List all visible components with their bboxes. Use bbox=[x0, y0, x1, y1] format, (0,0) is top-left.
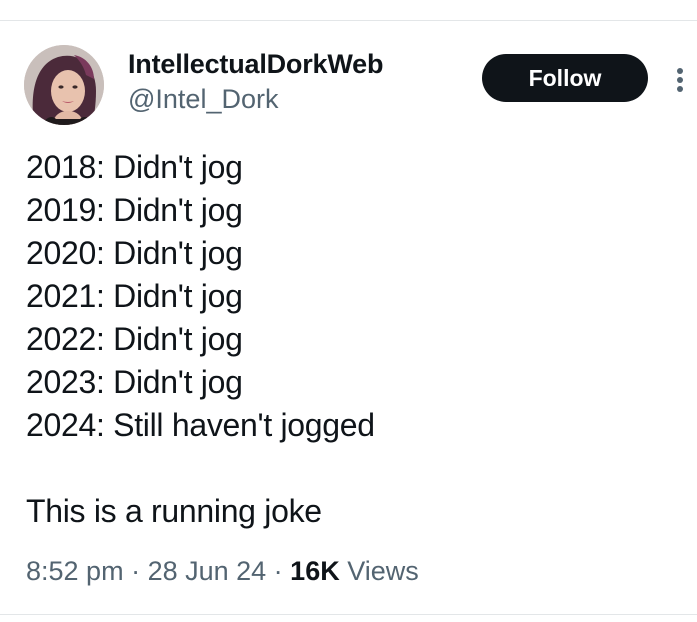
bottom-divider bbox=[0, 614, 697, 615]
more-icon-dot bbox=[677, 86, 683, 92]
author-display-name[interactable]: IntellectualDorkWeb bbox=[128, 49, 383, 80]
tweet-line: 2019: Didn't jog bbox=[26, 192, 243, 228]
more-options-button[interactable] bbox=[670, 60, 690, 100]
views-count[interactable]: 16K bbox=[290, 556, 340, 586]
tweet-line: 2024: Still haven't jogged bbox=[26, 407, 375, 443]
tweet-line: 2023: Didn't jog bbox=[26, 364, 243, 400]
tweet-line: 2021: Didn't jog bbox=[26, 278, 243, 314]
tweet-line: 2022: Didn't jog bbox=[26, 321, 243, 357]
tweet-body: 2018: Didn't jog 2019: Didn't jog 2020: … bbox=[26, 146, 375, 533]
views-label: Views bbox=[339, 556, 419, 586]
tweet-date[interactable]: 28 Jun 24 bbox=[148, 556, 267, 586]
tweet-time[interactable]: 8:52 pm bbox=[26, 556, 124, 586]
top-divider bbox=[0, 20, 697, 21]
follow-button-label: Follow bbox=[528, 64, 602, 91]
tweet-meta: 8:52 pm · 28 Jun 24 · 16K Views bbox=[26, 556, 419, 587]
more-icon-dot bbox=[677, 77, 683, 83]
author-handle[interactable]: @Intel_Dork bbox=[128, 84, 278, 115]
tweet-line: 2018: Didn't jog bbox=[26, 149, 243, 185]
meta-separator: · bbox=[266, 556, 291, 586]
author-avatar[interactable] bbox=[24, 45, 104, 125]
tweet-punchline: This is a running joke bbox=[26, 493, 322, 529]
tweet-line: 2020: Didn't jog bbox=[26, 235, 243, 271]
meta-separator: · bbox=[123, 556, 148, 586]
more-icon-dot bbox=[677, 68, 683, 74]
follow-button[interactable]: Follow bbox=[482, 54, 648, 102]
avatar-photo-icon bbox=[24, 45, 104, 125]
